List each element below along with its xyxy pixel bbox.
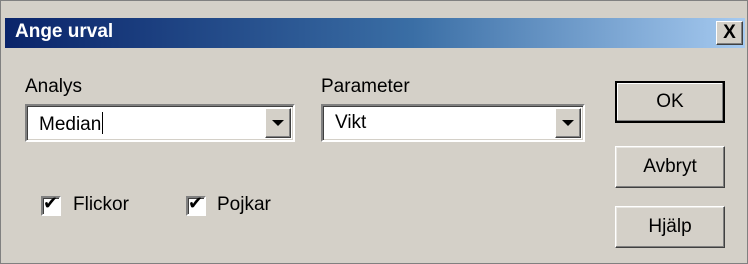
- parameter-dropdown-button[interactable]: [555, 108, 581, 138]
- parameter-combobox[interactable]: Vikt: [321, 104, 585, 142]
- checkmark-icon: ✔: [188, 193, 204, 214]
- chevron-down-icon: [272, 120, 284, 126]
- analysis-combobox[interactable]: Median: [25, 104, 295, 142]
- parameter-label: Parameter: [321, 76, 410, 97]
- pojkar-checkbox[interactable]: ✔: [186, 193, 206, 216]
- flickor-checkbox[interactable]: ✔: [41, 193, 61, 216]
- analysis-label: Analys: [25, 76, 83, 97]
- flickor-label[interactable]: Flickor: [73, 194, 129, 216]
- close-button[interactable]: X: [716, 21, 743, 45]
- analysis-dropdown-button[interactable]: [265, 108, 291, 138]
- dialog-window: Ange urval X Analys Median Parameter Vik…: [0, 0, 748, 264]
- cancel-button[interactable]: Avbryt: [615, 146, 725, 188]
- checkmark-icon: ✔: [43, 193, 59, 214]
- dialog-title: Ange urval: [15, 21, 114, 42]
- text-cursor: [102, 112, 104, 134]
- ok-button[interactable]: OK: [615, 81, 725, 123]
- pojkar-label[interactable]: Pojkar: [217, 194, 271, 216]
- parameter-value[interactable]: Vikt: [335, 112, 366, 134]
- close-icon: X: [723, 22, 736, 43]
- help-button[interactable]: Hjälp: [615, 206, 725, 248]
- analysis-value[interactable]: Median: [39, 112, 104, 136]
- title-bar[interactable]: Ange urval X: [5, 18, 745, 48]
- chevron-down-icon: [562, 120, 574, 126]
